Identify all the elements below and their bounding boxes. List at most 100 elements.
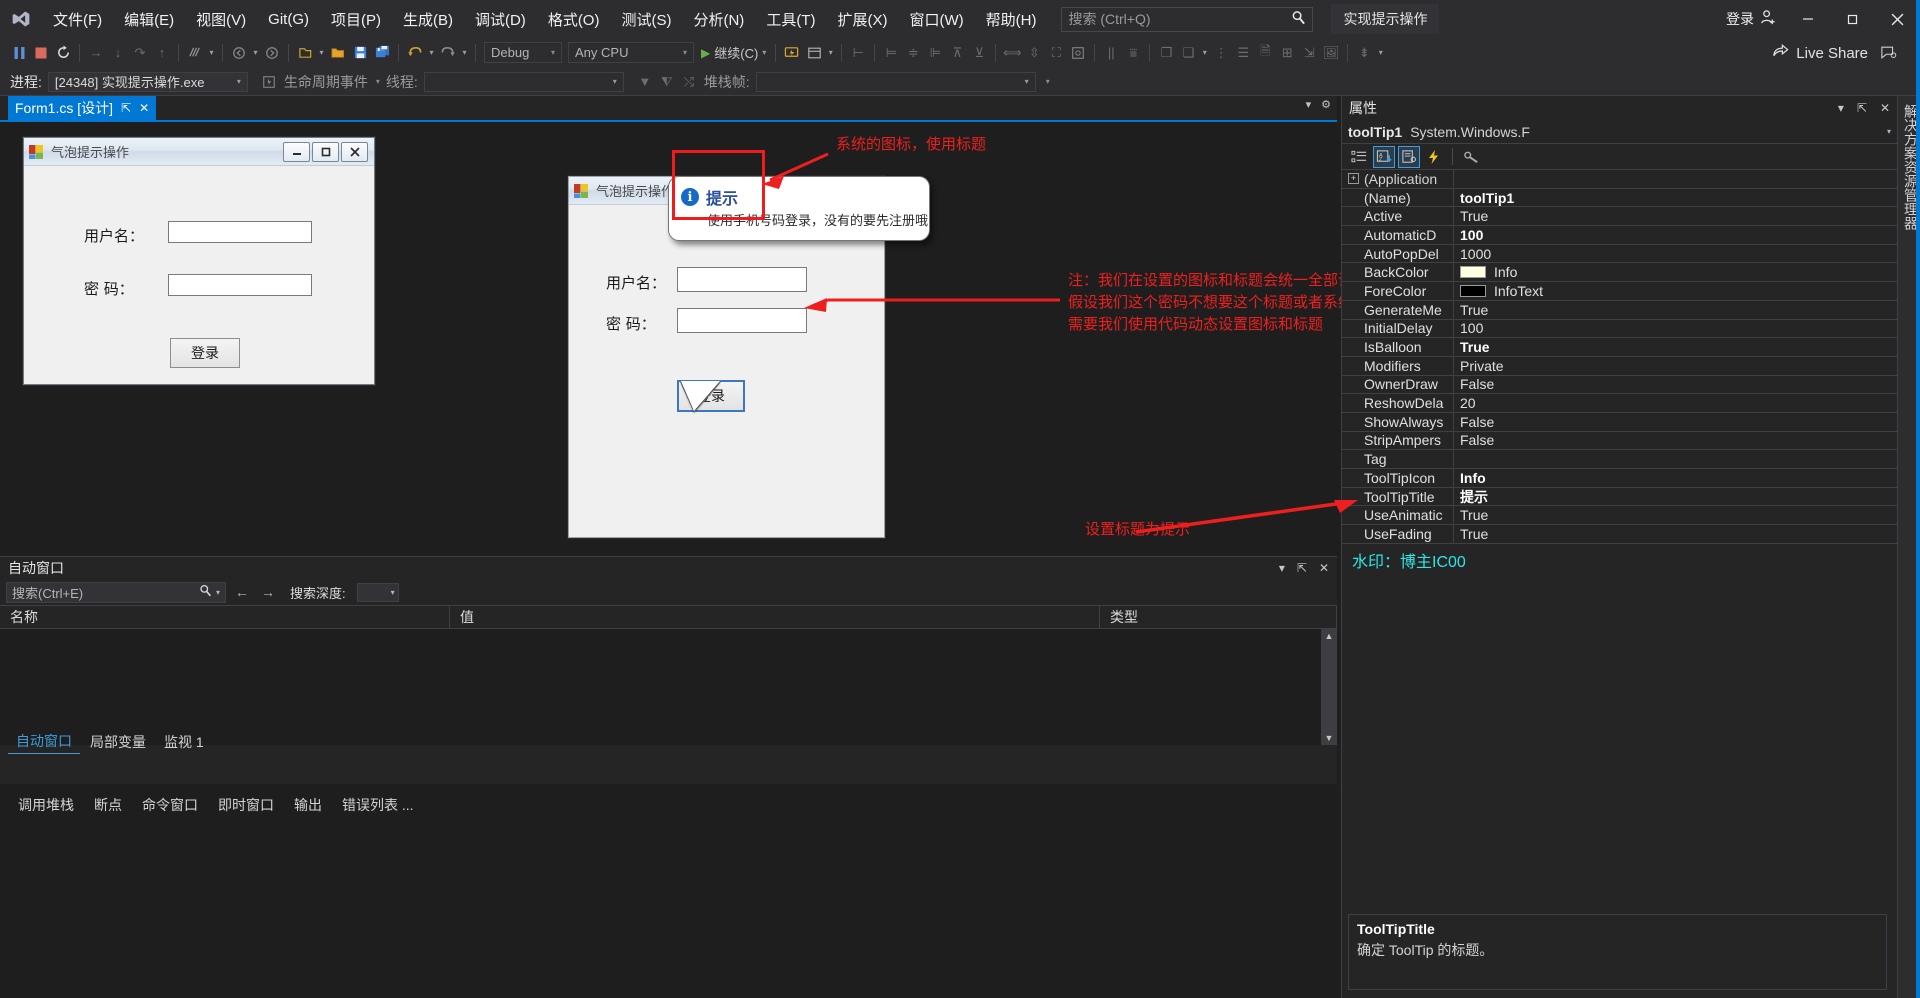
zoom-fit-icon[interactable] <box>1067 42 1089 64</box>
autos-grid-body[interactable]: ▲ ▼ <box>0 629 1337 745</box>
search-depth-spinner[interactable]: ▾ <box>357 583 399 602</box>
property-value[interactable]: True <box>1454 526 1488 542</box>
property-value[interactable]: True <box>1454 302 1488 318</box>
external-code-icon[interactable]: ⤭ <box>678 71 700 93</box>
tab-form1-designer[interactable]: Form1.cs [设计] ⇱ ✕ <box>8 96 156 120</box>
property-row[interactable]: UseFadingTrue <box>1342 525 1897 544</box>
property-value[interactable]: False <box>1454 376 1494 392</box>
property-value[interactable]: 100 <box>1454 320 1483 336</box>
property-row[interactable]: AutoPopDel1000 <box>1342 245 1897 264</box>
overflow-caret-icon[interactable]: ▾ <box>1046 77 1050 86</box>
align-top-icon[interactable]: ⊼ <box>946 42 968 64</box>
new-project-icon[interactable] <box>294 42 316 64</box>
panel-dropdown-icon[interactable]: ▾ <box>1838 101 1844 115</box>
step-over-icon[interactable]: → <box>85 42 107 64</box>
tab-command-window[interactable]: 命令窗口 <box>132 792 208 818</box>
property-row[interactable]: OwnerDrawFalse <box>1342 376 1897 395</box>
property-value[interactable]: False <box>1454 414 1494 430</box>
close-icon[interactable]: ✕ <box>1319 561 1329 575</box>
align-bottom-icon[interactable]: ⊻ <box>968 42 990 64</box>
live-share-button[interactable]: Live Share <box>1772 38 1868 68</box>
pin-icon[interactable]: ⇱ <box>1297 561 1307 575</box>
window-close-button[interactable] <box>1875 0 1920 38</box>
tab-output[interactable]: 输出 <box>284 792 332 818</box>
property-value[interactable]: Info <box>1454 470 1486 486</box>
save-all-icon[interactable] <box>371 42 393 64</box>
stack-frame-combo[interactable]: ▾ <box>756 72 1036 92</box>
autos-window-panel[interactable]: 自动窗口 ▾ ⇱ ✕ 搜索(Ctrl+E) ▾ ← → 搜索深度: ▾ 名 <box>0 556 1337 784</box>
menu-item-git[interactable]: Git(G) <box>259 7 318 32</box>
order-caret-icon[interactable]: ▾ <box>1199 48 1210 57</box>
design-form-window[interactable]: 气泡提示操作 用户名： 密 码： 登录 <box>23 137 375 385</box>
property-row[interactable]: ForeColorInfoText <box>1342 282 1897 301</box>
property-value[interactable]: 20 <box>1454 395 1476 411</box>
property-row[interactable]: ToolTipIconInfo <box>1342 469 1897 488</box>
tab-error-list[interactable]: 错误列表 ... <box>332 792 424 818</box>
property-value[interactable]: 提示 <box>1454 487 1488 507</box>
step-into-icon[interactable]: ↓ <box>107 42 129 64</box>
property-value[interactable]: 100 <box>1454 227 1483 243</box>
autos-search-input[interactable]: 搜索(Ctrl+E) ▾ <box>6 582 226 603</box>
step-out-icon[interactable]: ↷ <box>129 42 151 64</box>
horizontal-spacing-icon[interactable]: || <box>1100 42 1122 64</box>
property-row[interactable]: ReshowDela20 <box>1342 394 1897 413</box>
new-project-caret-icon[interactable]: ▾ <box>316 48 327 57</box>
properties-grid[interactable]: +(Application(Name)toolTip1ActiveTrueAut… <box>1342 170 1897 544</box>
stop-icon[interactable] <box>30 42 52 64</box>
form-minimize-button[interactable] <box>283 142 310 162</box>
tab-locals[interactable]: 局部变量 <box>82 730 154 754</box>
menu-item-build[interactable]: 生成(B) <box>394 5 462 34</box>
form-maximize-button[interactable] <box>312 142 339 162</box>
menu-item-tools[interactable]: 工具(T) <box>757 5 824 34</box>
menu-item-file[interactable]: 文件(F) <box>44 5 111 34</box>
image-icon[interactable]: 🖼 <box>1320 42 1342 64</box>
property-value[interactable]: InfoText <box>1454 283 1543 299</box>
runtime-password-input[interactable] <box>677 308 807 333</box>
align-center-icon[interactable]: ≑ <box>902 42 924 64</box>
hierarchy-icon[interactable]: ⊞ <box>1276 42 1298 64</box>
menu-item-extensions[interactable]: 扩展(X) <box>828 5 896 34</box>
runtime-form-body[interactable]: 用户名： 密 码： 登录 <box>569 205 884 537</box>
search-prev-button[interactable]: ← <box>232 584 252 600</box>
property-row[interactable]: BackColorInfo <box>1342 263 1897 282</box>
property-row[interactable]: ShowAlwaysFalse <box>1342 413 1897 432</box>
redo-icon[interactable] <box>437 42 459 64</box>
tab-watch-1[interactable]: 监视 1 <box>156 730 212 754</box>
layout-icon[interactable] <box>803 42 825 64</box>
filter-clear-icon[interactable]: ⧨ <box>656 71 678 93</box>
list-icon[interactable]: ☰ <box>1232 42 1254 64</box>
property-value[interactable]: Private <box>1454 358 1504 374</box>
pin-icon[interactable]: ⇱ <box>1857 101 1867 115</box>
global-search-input[interactable]: 搜索 (Ctrl+Q) <box>1061 7 1313 32</box>
undo-icon[interactable] <box>404 42 426 64</box>
menu-item-analyze[interactable]: 分析(N) <box>684 5 753 34</box>
design-username-input[interactable] <box>168 221 312 243</box>
menu-item-project[interactable]: 项目(P) <box>322 5 390 34</box>
build-configuration-combo[interactable]: Debug ▾ <box>484 42 562 63</box>
make-same-width-icon[interactable]: ⟺ <box>1001 42 1023 64</box>
scroll-up-icon[interactable]: ▲ <box>1325 629 1334 643</box>
layout-caret-icon[interactable]: ▾ <box>825 48 836 57</box>
property-value[interactable]: Info <box>1454 264 1517 280</box>
tab-settings-gear-icon[interactable]: ⚙ <box>1321 98 1331 111</box>
menu-item-view[interactable]: 视图(V) <box>187 5 255 34</box>
property-row[interactable]: ActiveTrue <box>1342 207 1897 226</box>
toolbox-options-icon[interactable]: ⇟ <box>1353 42 1375 64</box>
property-row[interactable]: IsBalloonTrue <box>1342 338 1897 357</box>
runtime-username-input[interactable] <box>677 267 807 292</box>
thread-combo[interactable]: ▾ <box>424 72 624 92</box>
close-icon[interactable]: ✕ <box>1880 101 1890 115</box>
window-restore-button[interactable] <box>1830 0 1875 38</box>
menu-item-window[interactable]: 窗口(W) <box>900 5 972 34</box>
property-row[interactable]: UseAnimaticTrue <box>1342 506 1897 525</box>
send-to-back-icon[interactable]: ❏ <box>1177 42 1199 64</box>
property-row[interactable]: Tag <box>1342 450 1897 469</box>
size-to-grid-icon[interactable]: ⛶ <box>1045 42 1067 64</box>
property-value[interactable]: True <box>1454 339 1490 355</box>
process-combo[interactable]: [24348] 实现提示操作.exe ▾ <box>48 72 248 92</box>
align-lefts-icon[interactable]: ⊢ <box>847 42 869 64</box>
property-row[interactable]: InitialDelay100 <box>1342 320 1897 339</box>
column-header-value[interactable]: 值 <box>450 606 1100 628</box>
property-value[interactable]: toolTip1 <box>1454 190 1514 206</box>
property-row[interactable]: AutomaticD100 <box>1342 226 1897 245</box>
